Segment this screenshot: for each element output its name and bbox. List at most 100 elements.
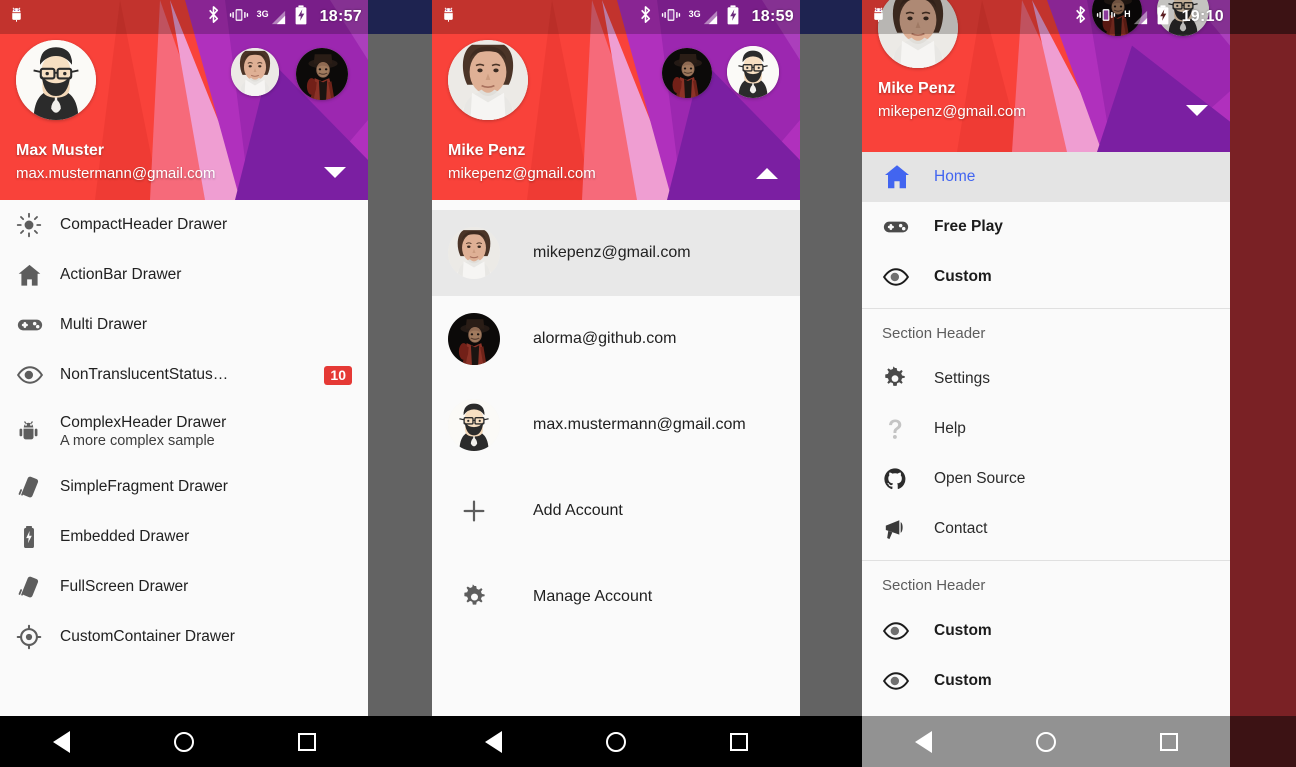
android-notification-icon: [8, 6, 25, 28]
phone-icon: [16, 573, 60, 601]
avatar-current-2[interactable]: [448, 40, 528, 120]
drawer-item-label: SimpleFragment Drawer: [60, 478, 228, 495]
drawer-item-custom-1[interactable]: Custom: [862, 252, 1230, 302]
avatar: [448, 227, 500, 279]
drawer-item-help[interactable]: Help: [862, 404, 1230, 454]
brightness-icon: [16, 212, 60, 238]
account-email: alorma@github.com: [533, 330, 677, 347]
chevron-down-icon-1[interactable]: [324, 167, 346, 178]
recents-icon[interactable]: [699, 716, 779, 767]
signal-icon: 3G: [257, 9, 287, 26]
right-background: [1230, 0, 1296, 767]
account-row-alorma[interactable]: alorma@github.com: [432, 296, 800, 382]
plus-icon: [448, 497, 500, 525]
avatar: [448, 399, 500, 451]
megaphone-icon: [882, 516, 934, 543]
avatar-secondary-1-a[interactable]: [231, 48, 279, 96]
drawer-item-customcontainer[interactable]: CustomContainer Drawer: [0, 612, 368, 662]
right-background-top: [1230, 0, 1296, 34]
phone-panel-2: Mike Penz mikepenz@gmail.com mikepenz@gm…: [432, 0, 800, 767]
drawer-item-label: Contact: [934, 520, 988, 537]
drawer-item-complexheader[interactable]: ComplexHeader Drawer A more complex samp…: [0, 400, 368, 462]
gear-icon: [882, 366, 934, 392]
eye-icon: [882, 263, 934, 291]
account-email: mikepenz@gmail.com: [533, 244, 691, 261]
account-row-maxmustermann[interactable]: max.mustermann@gmail.com: [432, 382, 800, 468]
status-bar-2: 3G 18:59: [432, 0, 800, 34]
phone-icon: [16, 473, 60, 501]
chevron-up-icon-2[interactable]: [756, 168, 778, 179]
drawer-item-nontranslucent[interactable]: NonTranslucentStatus… 10: [0, 350, 368, 400]
gutter-status-bar-2: [800, 0, 862, 34]
status-bar-3: H 19:10: [862, 0, 1230, 34]
home-circle-icon[interactable]: [1006, 716, 1086, 767]
drawer-list-3: Home Free Play Custom Section Header Set…: [862, 152, 1230, 706]
question-icon: [882, 416, 934, 442]
vibrate-icon: [660, 6, 682, 29]
drawer-item-fullscreen[interactable]: FullScreen Drawer: [0, 562, 368, 612]
drawer-item-embedded[interactable]: Embedded Drawer: [0, 512, 368, 562]
gutter-navbar-1: [368, 716, 432, 767]
section-header-2: Section Header: [882, 577, 986, 594]
drawer-item-free-play[interactable]: Free Play: [862, 202, 1230, 252]
drawer-item-contact[interactable]: Contact: [862, 504, 1230, 554]
home-circle-icon[interactable]: [576, 716, 656, 767]
android-icon: [16, 419, 60, 444]
drawer-item-custom-2[interactable]: Custom: [862, 606, 1230, 656]
github-icon: [882, 466, 934, 492]
status-badge: 10: [324, 365, 352, 385]
drawer-item-label: Free Play: [934, 218, 1003, 235]
drawer-item-home[interactable]: Home: [862, 152, 1230, 202]
vibrate-icon: [228, 6, 250, 29]
drawer-item-actionbar[interactable]: ActionBar Drawer: [0, 250, 368, 300]
network-type-label: 3G: [688, 8, 701, 19]
drawer-item-label: Help: [934, 420, 966, 437]
status-bar-1: 3G 18:57: [0, 0, 368, 34]
avatar-secondary-1-b[interactable]: [296, 48, 348, 100]
drawer-item-description: A more complex sample: [60, 432, 215, 449]
back-icon[interactable]: [883, 716, 963, 767]
manage-account-button[interactable]: Manage Account: [432, 554, 800, 640]
section-header-1: Section Header: [882, 325, 986, 342]
manage-account-label: Manage Account: [533, 588, 653, 605]
eye-icon: [16, 361, 60, 389]
battery-charging-icon: [294, 4, 308, 30]
back-icon[interactable]: [453, 716, 533, 767]
navigation-bar-2: [432, 716, 800, 767]
account-row-mikepenz[interactable]: mikepenz@gmail.com: [432, 210, 800, 296]
add-account-label: Add Account: [533, 502, 623, 519]
recents-icon[interactable]: [267, 716, 347, 767]
eye-icon: [882, 617, 934, 645]
home-icon: [882, 162, 934, 192]
drawer-item-settings[interactable]: Settings: [862, 354, 1230, 404]
avatar-secondary-2-b[interactable]: [727, 46, 779, 98]
add-account-button[interactable]: Add Account: [432, 468, 800, 554]
drawer-item-label: CustomContainer Drawer: [60, 628, 235, 645]
drawer-item-label: Custom: [934, 268, 992, 285]
gutter-scrim-2: [800, 34, 862, 716]
drawer-item-compactheader[interactable]: CompactHeader Drawer: [0, 200, 368, 250]
drawer-item-open-source[interactable]: Open Source: [862, 454, 1230, 504]
drawer-item-multi[interactable]: Multi Drawer: [0, 300, 368, 350]
recents-icon[interactable]: [1129, 716, 1209, 767]
right-background-bottom: [1230, 716, 1296, 767]
drawer-item-custom-3[interactable]: Custom: [862, 656, 1230, 706]
battery-icon: [16, 524, 60, 550]
phone-panel-1: Max Muster max.mustermann@gmail.com Comp…: [0, 0, 368, 767]
signal-icon: 3G: [689, 9, 719, 26]
bluetooth-icon: [206, 5, 221, 29]
back-icon[interactable]: [21, 716, 101, 767]
bluetooth-icon: [1073, 5, 1088, 29]
avatar-current-1[interactable]: [16, 40, 96, 120]
drawer-item-simplefragment[interactable]: SimpleFragment Drawer: [0, 462, 368, 512]
chevron-down-icon-3[interactable]: [1186, 105, 1208, 116]
drawer-item-label: FullScreen Drawer: [60, 578, 189, 595]
home-circle-icon[interactable]: [144, 716, 224, 767]
avatar-secondary-2-a[interactable]: [662, 48, 712, 98]
status-time-1: 18:57: [319, 8, 362, 25]
header-name-1: Max Muster: [16, 142, 105, 159]
drawer-item-label: Multi Drawer: [60, 316, 147, 333]
home-icon: [16, 262, 60, 289]
drawer-item-label: Embedded Drawer: [60, 528, 190, 545]
drawer-item-label: Settings: [934, 370, 991, 387]
